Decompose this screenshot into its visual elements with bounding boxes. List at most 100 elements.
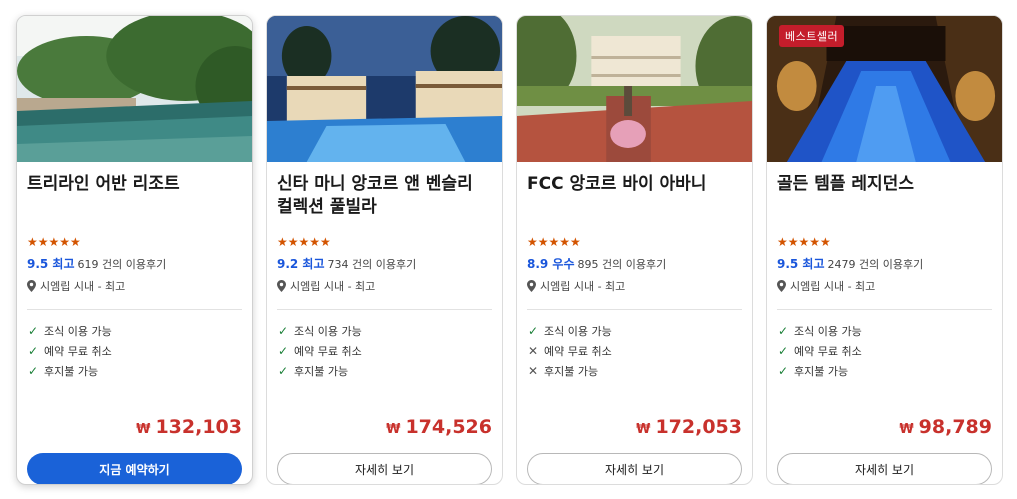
feature-label: 조식 이용 가능 [544, 325, 612, 338]
location-pin-icon [27, 280, 36, 292]
location-label: 시엠립 시내 - 최고 [40, 280, 126, 293]
feature-item: ✓ 조식 이용 가능 [527, 321, 742, 341]
review-score: 9.5 최고 [777, 257, 825, 271]
feature-item: ✓ 조식 이용 가능 [27, 321, 242, 341]
feature-label: 후지불 가능 [544, 365, 599, 378]
stars-icon: ★★★★★ [777, 235, 831, 249]
feature-item: ✓ 조식 이용 가능 [277, 321, 492, 341]
currency-symbol: ₩ [899, 422, 914, 437]
feature-list: ✓ 조식 이용 가능 ✓ 예약 무료 취소 ✓ 후지불 가능 [277, 321, 492, 381]
currency-symbol: ₩ [386, 422, 401, 437]
check-icon: ✓ [277, 324, 289, 338]
location-pin-icon [777, 280, 786, 292]
star-rating: ★★★★★ [777, 235, 992, 249]
review-summary: 8.9 우수 895 건의 이용후기 [527, 255, 742, 272]
divider [777, 309, 992, 310]
hotel-location: 시엠립 시내 - 최고 [277, 278, 492, 294]
hotel-photo[interactable] [267, 16, 502, 162]
check-icon: ✓ [27, 364, 39, 378]
feature-label: 예약 무료 취소 [44, 345, 112, 358]
currency-symbol: ₩ [636, 422, 651, 437]
hotel-location: 시엠립 시내 - 최고 [527, 278, 742, 294]
review-summary: 9.5 최고 619 건의 이용후기 [27, 255, 242, 272]
hotel-location: 시엠립 시내 - 최고 [27, 278, 242, 294]
feature-label: 예약 무료 취소 [794, 345, 862, 358]
hotel-name[interactable]: FCC 앙코르 바이 아바니 [527, 173, 742, 219]
hotel-name[interactable]: 신타 마니 앙코르 앤 벤슬리 컬렉션 풀빌라 [277, 173, 492, 219]
feature-label: 조식 이용 가능 [294, 325, 362, 338]
check-icon: ✓ [277, 364, 289, 378]
feature-item: ✕ 후지불 가능 [527, 361, 742, 381]
divider [27, 309, 242, 310]
feature-label: 후지불 가능 [44, 365, 99, 378]
star-rating: ★★★★★ [527, 235, 742, 249]
feature-item: ✓ 예약 무료 취소 [277, 341, 492, 361]
location-label: 시엠립 시내 - 최고 [540, 280, 626, 293]
review-count: 734 건의 이용후기 [327, 258, 417, 271]
feature-item: ✓ 조식 이용 가능 [777, 321, 992, 341]
hotel-photo[interactable] [17, 16, 252, 162]
review-count: 2479 건의 이용후기 [827, 258, 924, 271]
check-icon: ✓ [27, 344, 39, 358]
location-pin-icon [277, 280, 286, 292]
review-score: 9.2 최고 [277, 257, 325, 271]
feature-item: ✓ 후지불 가능 [277, 361, 492, 381]
review-summary: 9.5 최고 2479 건의 이용후기 [777, 255, 992, 272]
bestseller-badge: 베스트셀러 [779, 25, 845, 47]
check-icon: ✓ [527, 324, 539, 338]
price-value: 132,103 [155, 416, 242, 438]
hotel-photo[interactable] [517, 16, 752, 162]
price: ₩ 172,053 [636, 416, 742, 438]
hotel-card[interactable]: 베스트셀러 골든 템플 레지던스 ★★★★★ 9.5 최고 2479 건의 이용… [766, 15, 1003, 485]
feature-item: ✓ 후지불 가능 [27, 361, 242, 381]
review-count: 619 건의 이용후기 [77, 258, 167, 271]
view-details-button[interactable]: 자세히 보기 [527, 453, 742, 484]
review-count: 895 건의 이용후기 [577, 258, 667, 271]
feature-list: ✓ 조식 이용 가능 ✓ 예약 무료 취소 ✓ 후지불 가능 [27, 321, 242, 381]
stars-icon: ★★★★★ [27, 235, 81, 249]
price: ₩ 174,526 [386, 416, 492, 438]
hotel-card[interactable]: 신타 마니 앙코르 앤 벤슬리 컬렉션 풀빌라 ★★★★★ 9.2 최고 734… [266, 15, 503, 485]
check-icon: ✓ [777, 324, 789, 338]
location-label: 시엠립 시내 - 최고 [290, 280, 376, 293]
view-details-button[interactable]: 자세히 보기 [277, 453, 492, 484]
hotel-name[interactable]: 트리라인 어반 리조트 [27, 173, 242, 219]
check-icon: ✓ [277, 344, 289, 358]
feature-label: 조식 이용 가능 [44, 325, 112, 338]
price-value: 98,789 [918, 416, 992, 438]
stars-icon: ★★★★★ [277, 235, 331, 249]
feature-label: 후지불 가능 [794, 365, 849, 378]
cross-icon: ✕ [527, 364, 539, 378]
feature-label: 예약 무료 취소 [544, 345, 612, 358]
review-score: 9.5 최고 [27, 257, 75, 271]
check-icon: ✓ [777, 364, 789, 378]
review-score: 8.9 우수 [527, 257, 575, 271]
review-summary: 9.2 최고 734 건의 이용후기 [277, 255, 492, 272]
check-icon: ✓ [27, 324, 39, 338]
price: ₩ 98,789 [899, 416, 992, 438]
feature-item: ✓ 예약 무료 취소 [777, 341, 992, 361]
star-rating: ★★★★★ [27, 235, 242, 249]
feature-label: 조식 이용 가능 [794, 325, 862, 338]
divider [277, 309, 492, 310]
check-icon: ✓ [777, 344, 789, 358]
stars-icon: ★★★★★ [527, 235, 581, 249]
view-details-button[interactable]: 자세히 보기 [777, 453, 992, 484]
location-label: 시엠립 시내 - 최고 [790, 280, 876, 293]
hotel-name[interactable]: 골든 템플 레지던스 [777, 173, 992, 219]
book-now-button[interactable]: 지금 예약하기 [27, 453, 242, 484]
currency-symbol: ₩ [136, 422, 151, 437]
feature-item: ✓ 예약 무료 취소 [27, 341, 242, 361]
location-pin-icon [527, 280, 536, 292]
feature-list: ✓ 조식 이용 가능 ✕ 예약 무료 취소 ✕ 후지불 가능 [527, 321, 742, 381]
hotel-card[interactable]: FCC 앙코르 바이 아바니 ★★★★★ 8.9 우수 895 건의 이용후기 … [516, 15, 753, 485]
star-rating: ★★★★★ [277, 235, 492, 249]
divider [527, 309, 742, 310]
feature-item: ✓ 후지불 가능 [777, 361, 992, 381]
hotel-photo[interactable]: 베스트셀러 [767, 16, 1002, 162]
feature-list: ✓ 조식 이용 가능 ✓ 예약 무료 취소 ✓ 후지불 가능 [777, 321, 992, 381]
feature-item: ✕ 예약 무료 취소 [527, 341, 742, 361]
feature-label: 예약 무료 취소 [294, 345, 362, 358]
price-value: 172,053 [655, 416, 742, 438]
hotel-card[interactable]: 트리라인 어반 리조트 ★★★★★ 9.5 최고 619 건의 이용후기 시엠립… [16, 15, 253, 485]
